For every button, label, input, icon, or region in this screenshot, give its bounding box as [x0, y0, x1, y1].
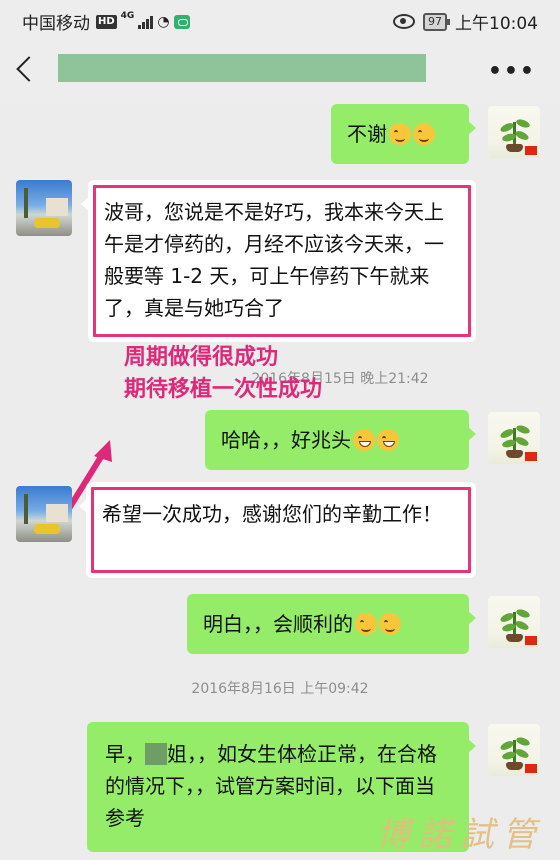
message-bubble-incoming[interactable]: 希望一次成功，感谢您们的辛勤工作！	[79, 482, 476, 578]
timestamp: 2016年8月16日 上午09:42	[191, 681, 369, 697]
redacted-name-block	[145, 743, 167, 765]
message-text: 波哥，您说是不是好巧，我本来今天上午是才停药的，月经不应该今天来，一般要等 1-…	[104, 200, 444, 320]
smile-emoji-icon	[379, 613, 401, 635]
china-flag-icon	[525, 452, 537, 461]
signal-icon	[138, 15, 154, 29]
smile-emoji-icon	[355, 613, 377, 635]
hd-icon: HD	[96, 14, 117, 29]
clock: 上午10:04	[455, 14, 538, 34]
grin-emoji-icon	[353, 429, 375, 451]
more-icon[interactable]: •••	[488, 59, 536, 84]
smile-emoji-icon	[413, 123, 435, 145]
watermark: 博諾試管	[376, 815, 544, 855]
message-text-prefix: 早，	[105, 742, 145, 766]
status-bar: 中国移动 HD 4G ◔ 97 上午10:04	[0, 0, 560, 38]
chevron-left-icon[interactable]	[16, 56, 42, 82]
my-avatar[interactable]	[488, 106, 540, 158]
annotation-line-1: 周期做得很成功	[124, 345, 279, 370]
wechat-notification-icon	[173, 14, 190, 29]
my-avatar[interactable]	[488, 596, 540, 648]
chat-header: •••	[0, 38, 560, 104]
network-type-label: 4G	[120, 10, 135, 21]
contact-avatar[interactable]	[16, 486, 72, 542]
message-text: 希望一次成功，感谢您们的辛勤工作！	[102, 502, 442, 526]
status-right: 97 上午10:04	[393, 9, 538, 34]
china-flag-icon	[525, 764, 537, 773]
battery-icon: 97	[423, 12, 450, 31]
carrier-label: 中国移动	[22, 14, 90, 34]
message-bubble-outgoing[interactable]: 明白，，会顺利的	[187, 594, 476, 654]
china-flag-icon	[525, 146, 537, 155]
contact-name-redacted	[58, 54, 426, 82]
chat-messages[interactable]: 不谢 波哥，您说是不是好巧，我本来今天上午是才停药的，月经不应该今天来，一般要等…	[0, 104, 560, 860]
china-flag-icon	[525, 636, 537, 645]
message-bubble-incoming[interactable]: 波哥，您说是不是好巧，我本来今天上午是才停药的，月经不应该今天来，一般要等 1-…	[81, 180, 476, 342]
status-left: 中国移动 HD 4G ◔	[22, 9, 190, 34]
message-text: 不谢	[347, 122, 387, 146]
message-text: 明白，，会顺利的	[203, 612, 353, 636]
grin-emoji-icon	[377, 429, 399, 451]
annotation-line-2: 期待移植一次性成功	[124, 377, 323, 402]
message-bubble-outgoing[interactable]: 不谢	[331, 104, 476, 164]
smile-emoji-icon	[389, 123, 411, 145]
my-avatar[interactable]	[488, 724, 540, 776]
my-avatar[interactable]	[488, 412, 540, 464]
wifi-icon: ◔	[157, 13, 170, 30]
message-bubble-outgoing[interactable]: 哈哈，，好兆头	[205, 410, 476, 470]
contact-avatar[interactable]	[16, 180, 72, 236]
eye-icon	[393, 14, 415, 29]
message-text: 哈哈，，好兆头	[221, 428, 351, 452]
